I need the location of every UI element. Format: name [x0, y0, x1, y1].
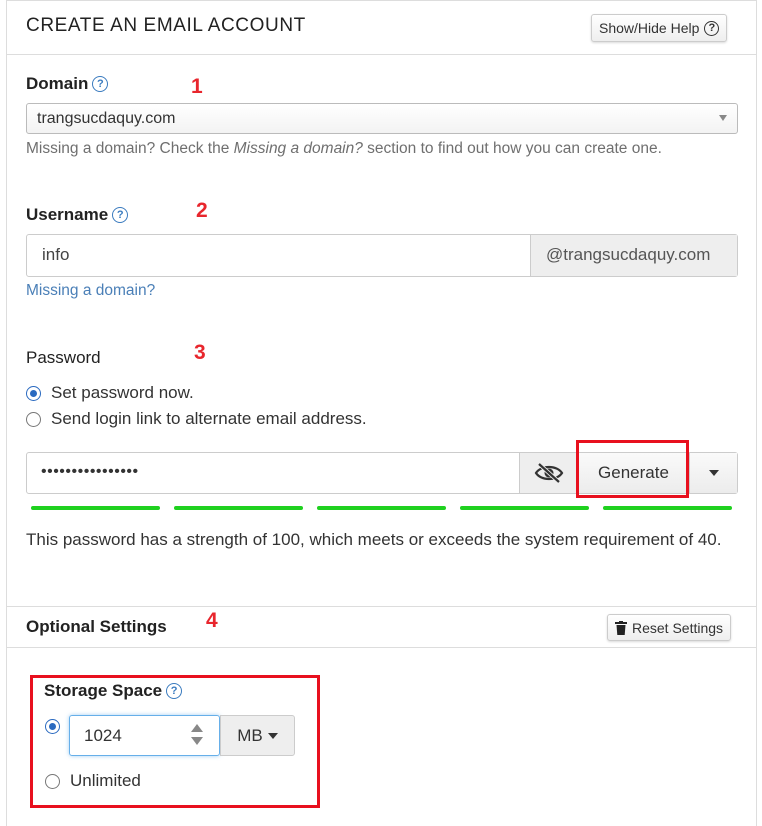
divider — [7, 647, 756, 648]
domain-selected-value: trangsucdaquy.com — [37, 110, 176, 127]
generate-options-dropdown[interactable] — [689, 453, 737, 493]
set-password-now-option[interactable]: Set password now. — [26, 383, 194, 403]
eye-slash-icon — [534, 462, 563, 484]
radio-selected[interactable] — [26, 385, 41, 401]
strength-segment — [31, 506, 160, 510]
domain-select[interactable]: trangsucdaquy.com — [26, 103, 738, 134]
password-strength-text: This password has a strength of 100, whi… — [26, 530, 722, 549]
help-button-label: Show/Hide Help — [599, 20, 700, 36]
annotation-number-4: 4 — [206, 609, 218, 632]
caret-down-icon — [708, 470, 719, 476]
panel-header: CREATE AN EMAIL ACCOUNT Show/Hide Help ? — [7, 1, 756, 55]
highlight-box-generate — [576, 440, 689, 498]
highlight-box-storage — [30, 675, 320, 808]
annotation-number-3: 3 — [194, 341, 206, 364]
password-input[interactable]: •••••••••••••••• — [27, 453, 519, 493]
strength-segment — [603, 506, 732, 510]
radio-unselected[interactable] — [26, 411, 41, 427]
domain-hint: Missing a domain? Check the Missing a do… — [26, 140, 662, 157]
annotation-number-2: 2 — [196, 199, 208, 222]
password-label: Password — [26, 348, 101, 367]
reset-settings-label: Reset Settings — [632, 619, 724, 636]
annotation-number-1: 1 — [191, 75, 203, 98]
username-domain-suffix: @trangsucdaquy.com — [530, 235, 737, 276]
username-input-group: info @trangsucdaquy.com — [26, 234, 738, 277]
domain-help-icon[interactable]: ? — [92, 76, 109, 92]
trash-icon — [615, 620, 627, 635]
optional-settings-title: Optional Settings — [26, 617, 167, 636]
username-label: Username? — [26, 205, 129, 225]
reset-settings-button[interactable]: Reset Settings — [607, 614, 732, 641]
strength-segment — [174, 506, 303, 510]
page-title: CREATE AN EMAIL ACCOUNT — [26, 15, 306, 36]
username-help-icon[interactable]: ? — [112, 207, 129, 223]
send-login-link-option[interactable]: Send login link to alternate email addre… — [26, 409, 367, 429]
username-input[interactable]: info — [27, 235, 530, 276]
strength-segment — [460, 506, 589, 510]
caret-down-icon — [719, 115, 727, 121]
missing-domain-link[interactable]: Missing a domain? — [26, 282, 155, 300]
toggle-visibility-button[interactable] — [519, 453, 577, 493]
strength-segment — [317, 506, 446, 510]
domain-label: Domain? — [26, 74, 109, 94]
create-email-panel: CREATE AN EMAIL ACCOUNT Show/Hide Help ?… — [6, 0, 757, 826]
question-circle-icon: ? — [704, 20, 720, 36]
divider — [7, 606, 756, 607]
show-hide-help-button[interactable]: Show/Hide Help ? — [591, 14, 728, 42]
